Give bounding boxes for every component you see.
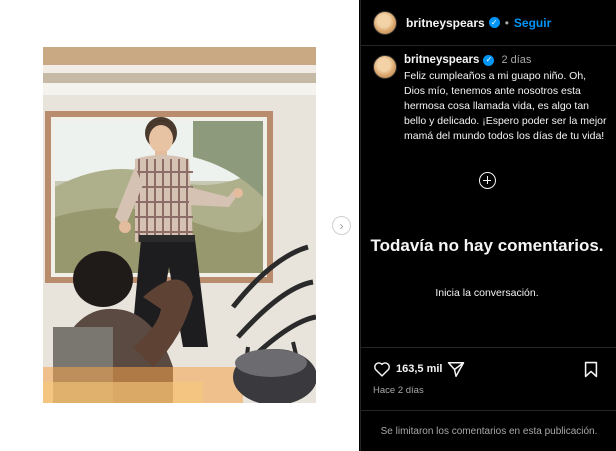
plus-circle-icon[interactable]	[479, 172, 496, 189]
caption-body: britneyspears ✓ 2 días Feliz cumpleaños …	[404, 54, 607, 144]
carousel-next-button[interactable]: ›	[332, 216, 351, 235]
caption-time[interactable]: 2 días	[501, 54, 531, 66]
verified-badge-icon: ✓	[488, 17, 500, 28]
media-pane: ›	[0, 0, 359, 451]
photo-scene	[43, 47, 316, 403]
empty-comments-subtitle: Inicia la conversación.	[435, 287, 539, 299]
post-header: britneyspears ✓ • Seguir	[361, 0, 616, 46]
caption-avatar[interactable]	[373, 55, 397, 79]
action-bar: 163,5 mil Hace 2 días	[361, 347, 616, 405]
bookmark-icon[interactable]	[583, 361, 599, 378]
send-icon[interactable]	[447, 361, 465, 378]
heart-icon[interactable]	[373, 361, 391, 377]
caption-meta: britneyspears ✓ 2 días	[404, 54, 607, 66]
caption-username[interactable]: britneyspears	[404, 54, 479, 66]
posted-time[interactable]: Hace 2 días	[373, 385, 424, 396]
caption: britneyspears ✓ 2 días Feliz cumpleaños …	[373, 54, 609, 144]
caption-text: Feliz cumpleaños a mi guapo niño. Oh, Di…	[404, 70, 607, 142]
comments-limited-notice: Se limitaron los comentarios en esta pub…	[361, 410, 616, 451]
post-photo[interactable]	[43, 47, 316, 403]
avatar[interactable]	[373, 10, 397, 35]
verified-badge-icon: ✓	[483, 54, 495, 66]
follow-button[interactable]: Seguir	[514, 16, 551, 30]
separator-dot: •	[504, 15, 509, 30]
likes-count[interactable]: 163,5 mil	[396, 363, 442, 375]
header-username[interactable]: britneyspears	[406, 16, 485, 30]
post-dialog: › britneyspears ✓ • Seguir britneyspears…	[0, 0, 616, 451]
empty-comments-title: Todavía no hay comentarios.	[370, 236, 604, 255]
chevron-right-icon: ›	[339, 218, 344, 233]
comments-panel: britneyspears ✓ • Seguir britneyspears ✓…	[360, 0, 616, 451]
